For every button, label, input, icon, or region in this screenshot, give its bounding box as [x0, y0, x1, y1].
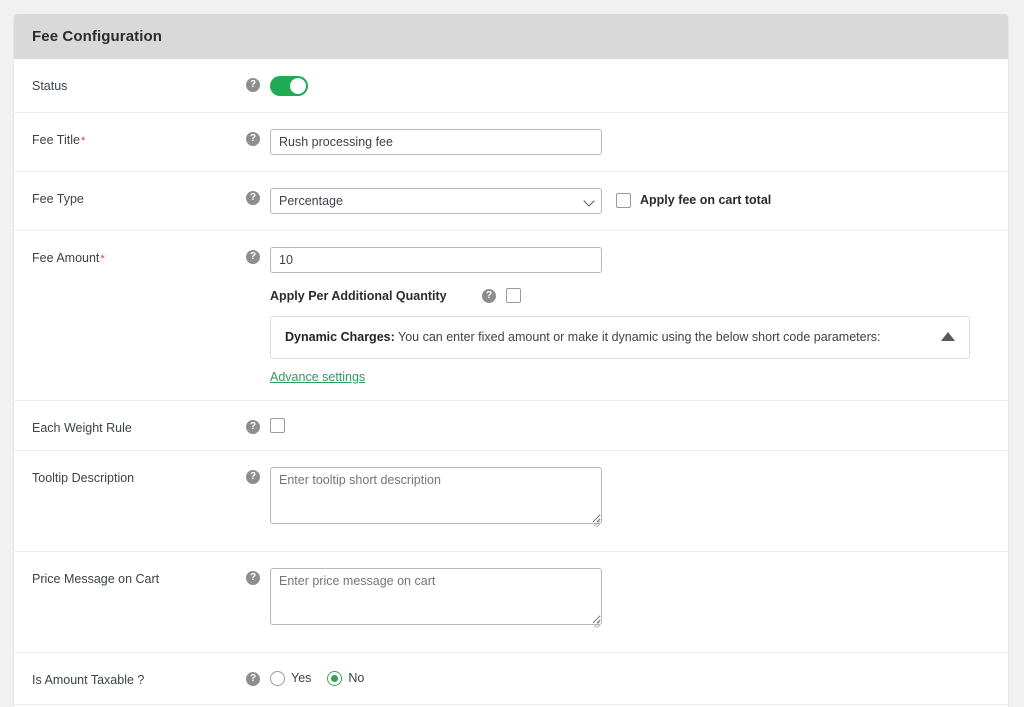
- label-fee-title-text: Fee Title: [32, 133, 80, 147]
- apply-per-additional-quantity-checkbox[interactable]: [506, 288, 521, 303]
- fee-amount-input[interactable]: [270, 247, 602, 273]
- field-fee-type: ? Percentage Apply fee on cart total: [246, 172, 1008, 230]
- label-fee-title: Fee Title*: [32, 113, 246, 148]
- dynamic-charges-title: Dynamic Charges:: [285, 329, 395, 344]
- label-price-message-on-cart: Price Message on Cart: [32, 572, 160, 586]
- page-title: Fee Configuration: [32, 28, 163, 45]
- is-amount-taxable-yes-radio[interactable]: [270, 671, 285, 686]
- row-fee-type: Fee Type ? Percentage Apply fee on cart …: [14, 172, 1008, 231]
- price-message-on-cart-textarea[interactable]: [270, 568, 602, 625]
- field-is-amount-taxable: ? Yes No: [246, 653, 1008, 704]
- required-marker: *: [100, 253, 105, 265]
- is-amount-taxable-radio-group: Yes No: [270, 671, 380, 686]
- is-amount-taxable-yes-label: Yes: [291, 671, 312, 685]
- toggle-knob: [290, 78, 306, 94]
- help-icon[interactable]: ?: [482, 289, 496, 303]
- triangle-up-icon[interactable]: [941, 332, 955, 341]
- page-root: Fee Configuration Status ? Fee Title* ?: [0, 0, 1024, 707]
- help-icon[interactable]: ?: [246, 420, 260, 434]
- help-icon[interactable]: ?: [246, 191, 260, 205]
- field-tooltip-description: ?: [246, 451, 1008, 551]
- tooltip-description-textarea[interactable]: [270, 467, 602, 524]
- field-price-message-on-cart: ?: [246, 552, 1008, 652]
- dynamic-charges-body: You can enter fixed amount or make it dy…: [394, 329, 881, 344]
- dynamic-charges-notice: Dynamic Charges: You can enter fixed amo…: [270, 316, 970, 359]
- is-amount-taxable-no-radio[interactable]: [327, 671, 343, 686]
- field-each-weight-rule: ?: [246, 401, 1008, 450]
- row-status: Status ?: [14, 59, 1008, 113]
- required-marker: *: [80, 135, 86, 147]
- label-tooltip-description: Tooltip Description: [32, 471, 135, 485]
- label-fee-amount-text: Fee Amount: [32, 251, 100, 265]
- help-icon[interactable]: ?: [246, 250, 260, 264]
- row-price-message-on-cart: Price Message on Cart ?: [14, 552, 1008, 653]
- each-weight-rule-checkbox[interactable]: [270, 418, 285, 433]
- field-fee-amount: ? Apply Per Additional Quantity ? Dynami…: [246, 231, 1008, 400]
- label-fee-amount: Fee Amount*: [32, 231, 246, 266]
- dynamic-charges-text: Dynamic Charges: You can enter fixed amo…: [285, 329, 880, 347]
- apply-per-additional-quantity-label: Apply Per Additional Quantity: [270, 288, 447, 303]
- price-message-wrap: [270, 568, 602, 630]
- label-each-weight-rule: Each Weight Rule: [32, 421, 132, 435]
- fee-title-input[interactable]: [270, 129, 602, 155]
- card-header: Fee Configuration: [14, 14, 1008, 59]
- fee-type-select-wrap: Percentage: [270, 188, 602, 214]
- label-fee-type: Fee Type: [32, 192, 84, 206]
- tooltip-description-wrap: [270, 467, 602, 529]
- field-fee-title: ?: [246, 113, 1008, 171]
- row-fee-amount: Fee Amount* ? Apply Per Additional Quant…: [14, 231, 1008, 401]
- apply-fee-on-cart-total-label: Apply fee on cart total: [640, 193, 772, 207]
- row-is-amount-taxable: Is Amount Taxable ? ? Yes No: [14, 653, 1008, 705]
- label-status: Status: [32, 79, 68, 93]
- row-each-weight-rule: Each Weight Rule ?: [14, 401, 1008, 451]
- apply-fee-on-cart-total-checkbox[interactable]: [616, 193, 631, 208]
- status-toggle[interactable]: [270, 76, 308, 96]
- help-icon[interactable]: ?: [246, 672, 260, 686]
- fee-type-selected-value: Percentage: [279, 194, 343, 208]
- row-fee-title: Fee Title* ?: [14, 113, 1008, 172]
- fee-amount-stack: Apply Per Additional Quantity ? Dynamic …: [270, 247, 970, 384]
- field-status: ?: [246, 59, 1008, 112]
- advance-settings-link[interactable]: Advance settings: [270, 370, 970, 384]
- help-icon[interactable]: ?: [246, 571, 260, 585]
- apply-per-additional-quantity-row: Apply Per Additional Quantity ?: [270, 288, 970, 303]
- fee-configuration-card: Fee Configuration Status ? Fee Title* ?: [14, 14, 1008, 707]
- help-icon[interactable]: ?: [246, 132, 260, 146]
- fee-type-select[interactable]: Percentage: [270, 188, 602, 214]
- is-amount-taxable-no-label: No: [348, 671, 365, 685]
- help-icon[interactable]: ?: [246, 78, 260, 92]
- row-tooltip-description: Tooltip Description ?: [14, 451, 1008, 552]
- label-is-amount-taxable: Is Amount Taxable ?: [32, 673, 145, 687]
- help-icon[interactable]: ?: [246, 470, 260, 484]
